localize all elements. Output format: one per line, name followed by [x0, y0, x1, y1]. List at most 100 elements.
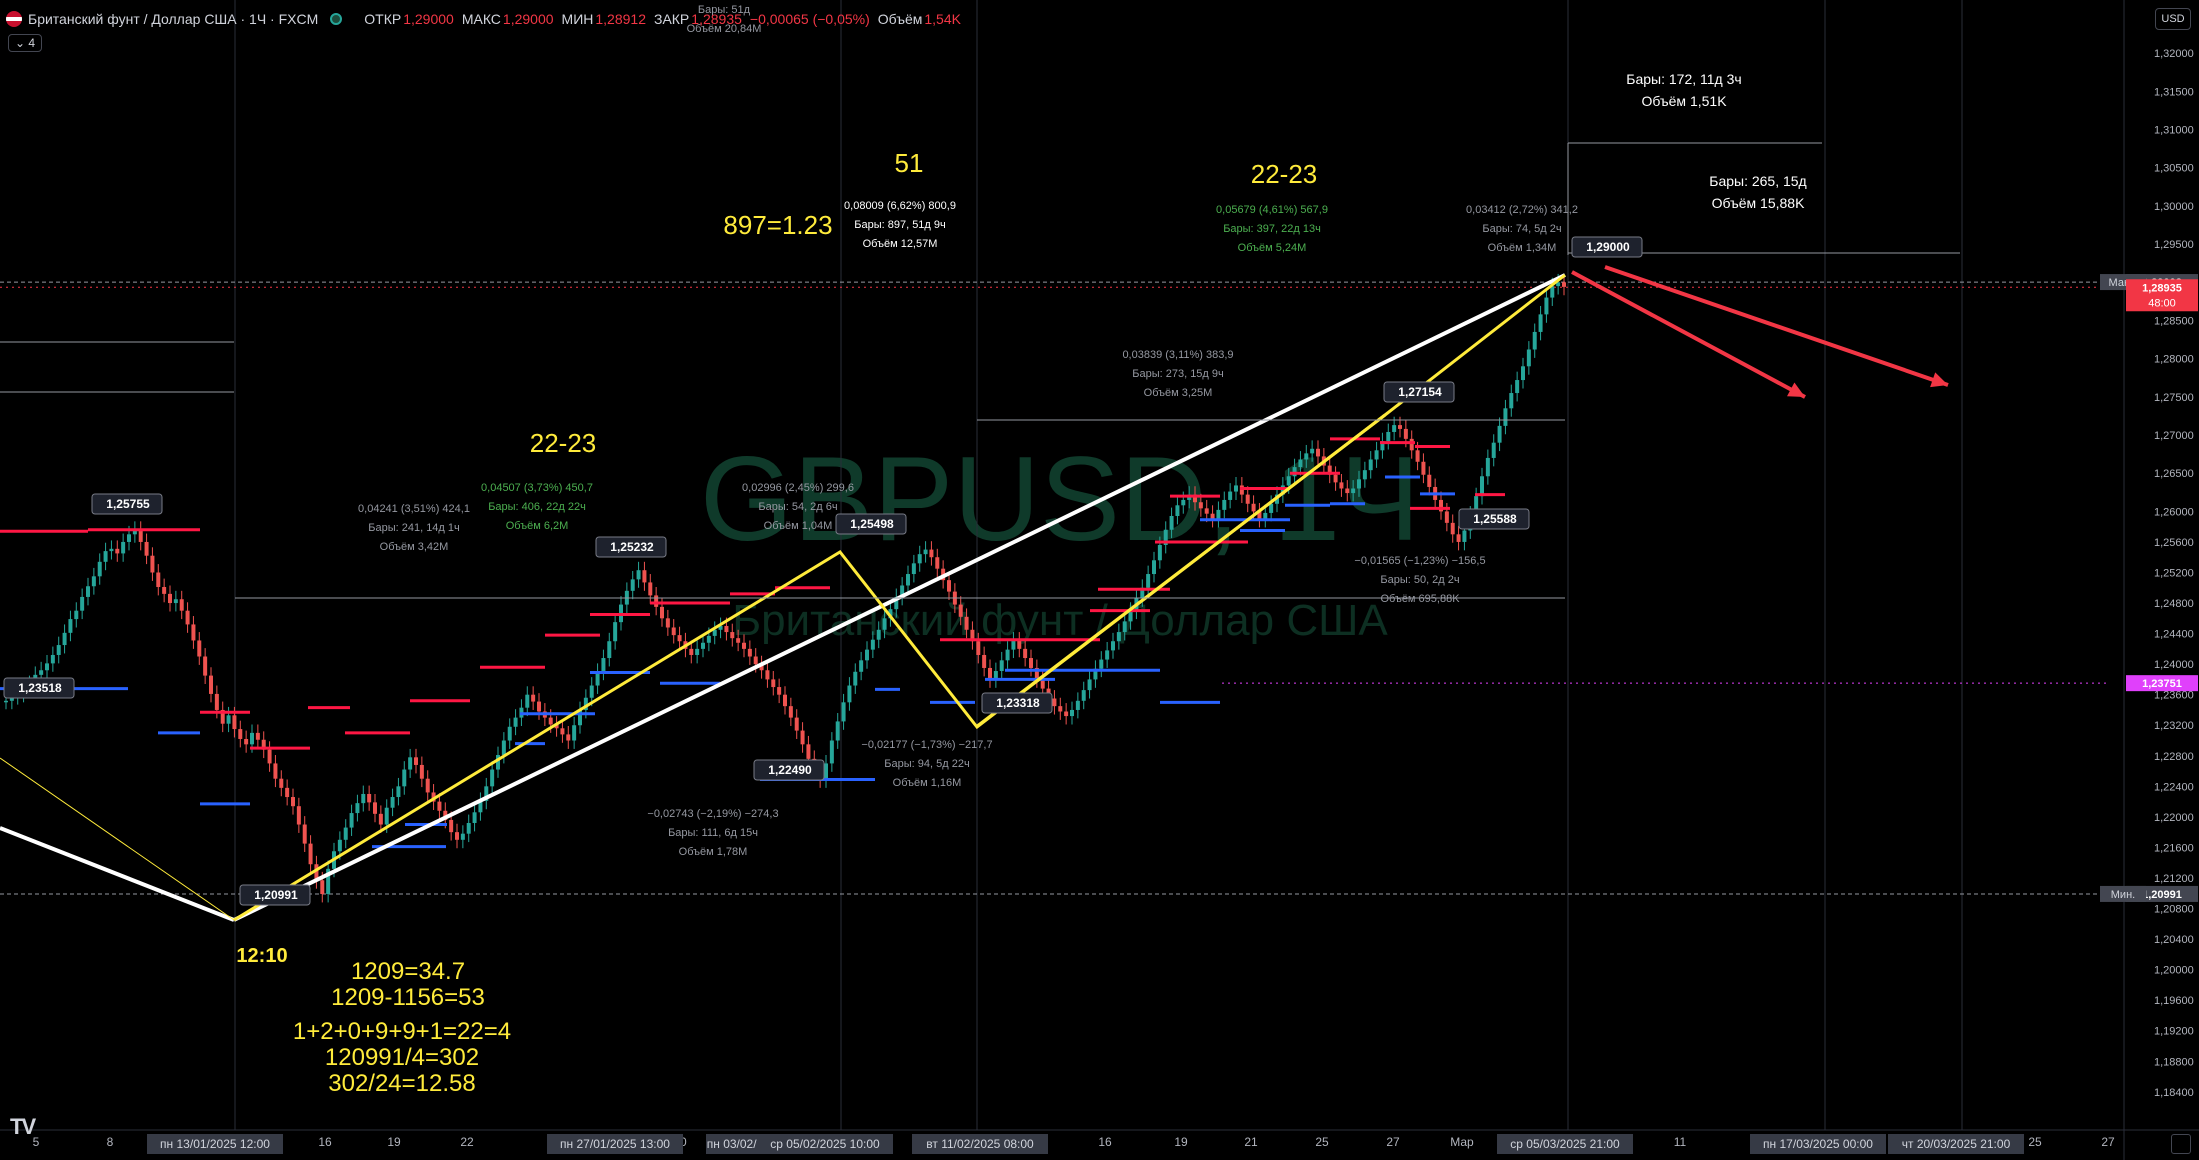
- candle-body: [501, 740, 506, 756]
- candle-body: [355, 803, 360, 814]
- candle-body: [876, 629, 881, 640]
- candle-body: [1462, 530, 1467, 542]
- candle-body: [1450, 522, 1455, 535]
- candle-body: [1485, 457, 1490, 477]
- candle-body: [537, 701, 541, 712]
- candle-body: [449, 819, 454, 833]
- candle-body: [74, 610, 79, 620]
- candle-body: [1374, 450, 1379, 460]
- candle-body: [806, 744, 811, 759]
- candle-body: [1444, 511, 1449, 523]
- candle-body: [1081, 690, 1086, 701]
- price-tick-label: 1,31500: [2154, 86, 2194, 98]
- candle-body: [695, 648, 700, 655]
- candle-body: [285, 787, 290, 798]
- candle-body: [1204, 508, 1209, 514]
- candle-body: [419, 764, 424, 779]
- candle-body: [1099, 659, 1104, 669]
- symbol-title[interactable]: Британский фунт / Доллар США · 1Ч · FXCM: [28, 11, 318, 27]
- forecast-arrow: [1571, 270, 1806, 399]
- price-tick-label: 1,25600: [2154, 537, 2194, 549]
- candle-body: [320, 880, 325, 895]
- candle-body: [929, 549, 934, 558]
- price-tick-label: 1,25200: [2154, 568, 2194, 580]
- candle-body: [829, 740, 834, 764]
- price-tick-label: 1,28000: [2154, 354, 2194, 366]
- candle-body: [1304, 453, 1309, 460]
- candle-body: [1310, 448, 1315, 454]
- candle-body: [232, 715, 237, 730]
- candle-body: [1216, 509, 1221, 520]
- candle-body: [279, 778, 284, 788]
- candle-body: [460, 833, 465, 840]
- candle-body: [613, 622, 618, 642]
- low-label: МИН: [561, 11, 594, 27]
- candle-body: [853, 671, 858, 686]
- time-tick-label: 8: [107, 1135, 114, 1149]
- candle-body: [267, 749, 272, 764]
- annotation-text: 1209-1156=53: [331, 984, 485, 1011]
- candle-body: [824, 763, 828, 780]
- measure-label: 0,05679 (4,61%) 567,9: [1216, 204, 1328, 216]
- price-tick-label: 1,30500: [2154, 163, 2194, 175]
- currency-selector[interactable]: USD: [2155, 8, 2191, 30]
- candle-body: [337, 839, 342, 852]
- candle-body: [1058, 706, 1063, 712]
- candle-body: [1509, 393, 1514, 409]
- candle-body: [548, 717, 553, 725]
- candle-body: [250, 732, 254, 745]
- candle-body: [1421, 461, 1426, 475]
- close-label: ЗАКР: [653, 11, 690, 27]
- time-tick-label: 25: [1315, 1135, 1329, 1149]
- price-chart[interactable]: GBPUSD, 1ЧБританский фунт / Доллар США1,…: [0, 0, 2199, 1160]
- candle-body: [373, 802, 377, 814]
- candle-body: [45, 663, 49, 671]
- candle-body: [630, 579, 635, 591]
- candle-body: [425, 778, 430, 793]
- candle-body: [490, 769, 495, 787]
- candle-body: [349, 813, 354, 828]
- candle-body: [291, 797, 295, 807]
- measure-label: Объём 6,2M: [506, 520, 569, 532]
- measure-label: 0,04507 (3,73%) 450,7: [481, 482, 593, 494]
- candle-body: [39, 670, 44, 675]
- candle-body: [1286, 476, 1291, 486]
- candle-body: [1157, 545, 1162, 561]
- axis-price-value: 1,28935: [2142, 282, 2182, 294]
- candle-body: [1368, 459, 1373, 471]
- candle-body: [308, 843, 313, 865]
- candle-body: [1122, 621, 1127, 633]
- candle-body: [1532, 331, 1537, 350]
- measure-label: Бары: 273, 15д 9ч: [1132, 368, 1224, 380]
- candle-body: [1234, 485, 1238, 492]
- candle-body: [50, 654, 55, 664]
- candle-body: [765, 670, 770, 680]
- candle-body: [1005, 649, 1010, 661]
- time-tick-label: 16: [1098, 1135, 1112, 1149]
- candle-body: [882, 618, 887, 630]
- annotation-text: 12:10: [236, 945, 287, 967]
- measure-label: Бары: 172, 11д 3ч: [1626, 71, 1741, 87]
- candle-body: [788, 706, 793, 718]
- candle-body: [226, 715, 231, 724]
- measure-label: Объём 3,25M: [1144, 387, 1213, 399]
- measure-label: Объём 5,24M: [1238, 242, 1307, 254]
- candle-body: [1269, 503, 1274, 513]
- measure-label: Бары: 397, 22д 13ч: [1223, 223, 1321, 235]
- low-value: 1,28912: [595, 11, 646, 27]
- measure-label: Бары: 94, 5д 22ч: [884, 758, 969, 770]
- candle-body: [1011, 640, 1016, 650]
- candle-body: [1105, 650, 1110, 660]
- candle-body: [706, 635, 711, 643]
- settings-icon[interactable]: [2171, 1134, 2191, 1154]
- candle-body: [361, 793, 366, 804]
- time-highlight-label: вт 11/02/2025 08:00: [926, 1137, 1034, 1151]
- candle-body: [1386, 431, 1391, 442]
- price-tick-label: 1,24800: [2154, 598, 2194, 610]
- annotation-text: 897=1.23: [723, 210, 832, 240]
- price-level-label: 1,22490: [768, 763, 812, 777]
- time-highlight-label: пн 13/01/2025 12:00: [160, 1137, 270, 1151]
- measure-label: −0,01565 (−1,23%) −156,5: [1354, 555, 1485, 567]
- indicators-toggle[interactable]: ⌄ 4: [8, 34, 43, 52]
- measure-label: Объём 1,04M: [764, 520, 833, 532]
